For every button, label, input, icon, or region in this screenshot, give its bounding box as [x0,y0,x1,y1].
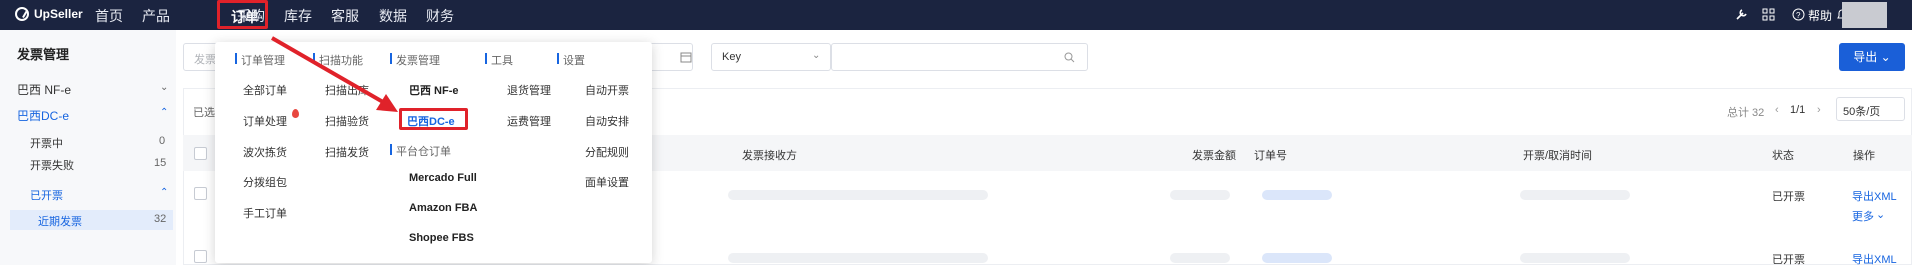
col-amount: 发票金额 [1192,150,1236,162]
svg-text:?: ? [1796,11,1801,20]
sidebar-group-nfe[interactable]: 巴西 NF-e [17,81,71,98]
menu-nfe[interactable]: 巴西 NF-e [409,82,459,98]
nav-home[interactable]: 首页 [95,6,123,26]
sidebar-item-issued[interactable]: 已开票 [30,187,63,203]
row-checkbox[interactable] [194,250,207,263]
highlight-box [399,108,468,130]
menu-amazon-fba[interactable]: Amazon FBA [409,202,477,214]
key-input[interactable] [831,43,1088,71]
col-action: 操作 [1853,150,1875,162]
col-status: 状态 [1772,150,1794,162]
redacted-order [1262,253,1332,263]
hot-flame-icon [292,109,299,118]
sidebar-count: 15 [154,157,167,169]
redacted-time [1520,253,1630,263]
select-all-checkbox[interactable] [194,147,207,160]
nav-products[interactable]: 产品 [142,6,170,26]
nav-purchase[interactable]: 采购 [237,6,265,26]
selected-count: 已选 [193,107,215,119]
menu-auto-invoice[interactable]: 自动开票 [585,82,629,98]
section-tools: 工具 [485,52,513,68]
menu-scan-out[interactable]: 扫描出库 [325,82,369,98]
row-checkbox[interactable] [194,187,207,200]
menu-auto-arrange[interactable]: 自动安排 [585,113,629,129]
next-page-icon[interactable]: › [1817,104,1821,116]
nav-inventory[interactable]: 库存 [284,6,312,26]
redacted-order [1262,190,1332,200]
help-link[interactable]: 帮助 [1808,7,1832,24]
section-invoice: 发票管理 [390,52,440,68]
sidebar-title: 发票管理 [17,47,70,62]
sidebar-count: 32 [154,213,167,225]
menu-manual-order[interactable]: 手工订单 [243,205,287,221]
page-size-select[interactable]: 50条/页 [1836,97,1905,121]
section-settings: 设置 [557,52,585,68]
status-badge: 已开票 [1772,254,1805,265]
col-order-no: 订单号 [1254,150,1287,162]
section-scan: 扫描功能 [313,52,363,68]
menu-all-orders[interactable]: 全部订单 [243,82,287,98]
top-nav: UpSeller 首页 产品 订单 采购 库存 客服 数据 财务 ? 帮助 [0,0,1912,30]
page-indicator: 1/1 [1790,104,1806,116]
tool-icon[interactable] [1735,8,1748,21]
avatar[interactable] [1842,2,1887,28]
sidebar-count: 0 [159,135,166,147]
menu-sorting[interactable]: 分拨组包 [243,174,287,190]
nav-data[interactable]: 数据 [379,6,407,26]
upseller-logo-icon [15,7,29,21]
export-xml-link[interactable]: 导出XML [1852,188,1897,204]
sidebar-selected-bg [10,210,173,230]
chevron-down-icon[interactable]: ⌄ [160,82,168,93]
sidebar-group-dce[interactable]: 巴西DC-e [17,107,69,124]
total-count: 总计 32 [1727,107,1765,119]
chevron-up-icon[interactable]: ⌃ [160,107,168,118]
redacted-recipient [728,190,988,200]
calendar-icon[interactable] [680,51,692,63]
sidebar-item-recent[interactable]: 近期发票 [38,213,82,229]
redacted-time [1520,190,1630,200]
logo[interactable]: UpSeller [15,7,83,21]
menu-shipping-fee[interactable]: 运费管理 [507,113,551,129]
menu-scan-ship[interactable]: 扫描发货 [325,144,369,160]
status-badge: 已开票 [1772,191,1805,203]
redacted-recipient [728,253,988,263]
search-placeholder: 发票 [194,54,216,66]
export-label: 导出 [1853,50,1878,64]
menu-assign-rules[interactable]: 分配规则 [585,144,629,160]
menu-shopee-fbs[interactable]: Shopee FBS [409,232,474,244]
grid-icon[interactable] [1762,8,1775,21]
col-recipient: 发票接收方 [742,150,797,162]
prev-page-icon[interactable]: ‹ [1775,104,1779,116]
search-icon[interactable] [1064,52,1075,63]
menu-order-processing[interactable]: 订单处理 [243,113,287,129]
section-platform: 平台仓订单 [390,143,451,159]
sidebar: 发票管理 巴西 NF-e ⌄ 巴西DC-e ⌃ 开票中 0 开票失败 15 已开… [0,30,176,265]
export-button[interactable]: 导出 ⌄ [1839,43,1905,71]
page-size-value: 50条/页 [1843,106,1881,118]
menu-mercado-full[interactable]: Mercado Full [409,172,477,184]
menu-returns[interactable]: 退货管理 [507,82,551,98]
chevron-down-icon: ⌄ [812,50,821,61]
chevron-up-icon[interactable]: ⌃ [160,187,168,198]
menu-label-settings[interactable]: 面单设置 [585,174,629,190]
export-xml-link[interactable]: 导出XML [1852,251,1897,265]
nav-service[interactable]: 客服 [331,6,359,26]
section-order-mgmt: 订单管理 [235,52,285,68]
sidebar-item-failed[interactable]: 开票失败 [30,157,74,173]
menu-scan-verify[interactable]: 扫描验货 [325,113,369,129]
redacted-amount [1170,190,1230,200]
redacted-amount [1170,253,1230,263]
spacer [1819,8,1820,9]
key-select-value: Key [722,51,741,63]
key-select[interactable]: Key ⌄ [711,43,831,71]
col-time: 开票/取消时间 [1523,150,1593,162]
orders-dropdown-menu: 订单管理 全部订单 订单处理 波次拣货 分拨组包 手工订单 扫描功能 扫描出库 … [215,42,652,263]
logo-text: UpSeller [34,7,83,21]
more-link[interactable]: 更多 [1852,208,1874,224]
help-icon[interactable]: ? [1792,8,1805,21]
nav-finance[interactable]: 财务 [426,6,454,26]
menu-wave-picking[interactable]: 波次拣货 [243,144,287,160]
chevron-down-icon: ⌄ [1876,209,1886,221]
sidebar-item-issuing[interactable]: 开票中 [30,135,63,151]
